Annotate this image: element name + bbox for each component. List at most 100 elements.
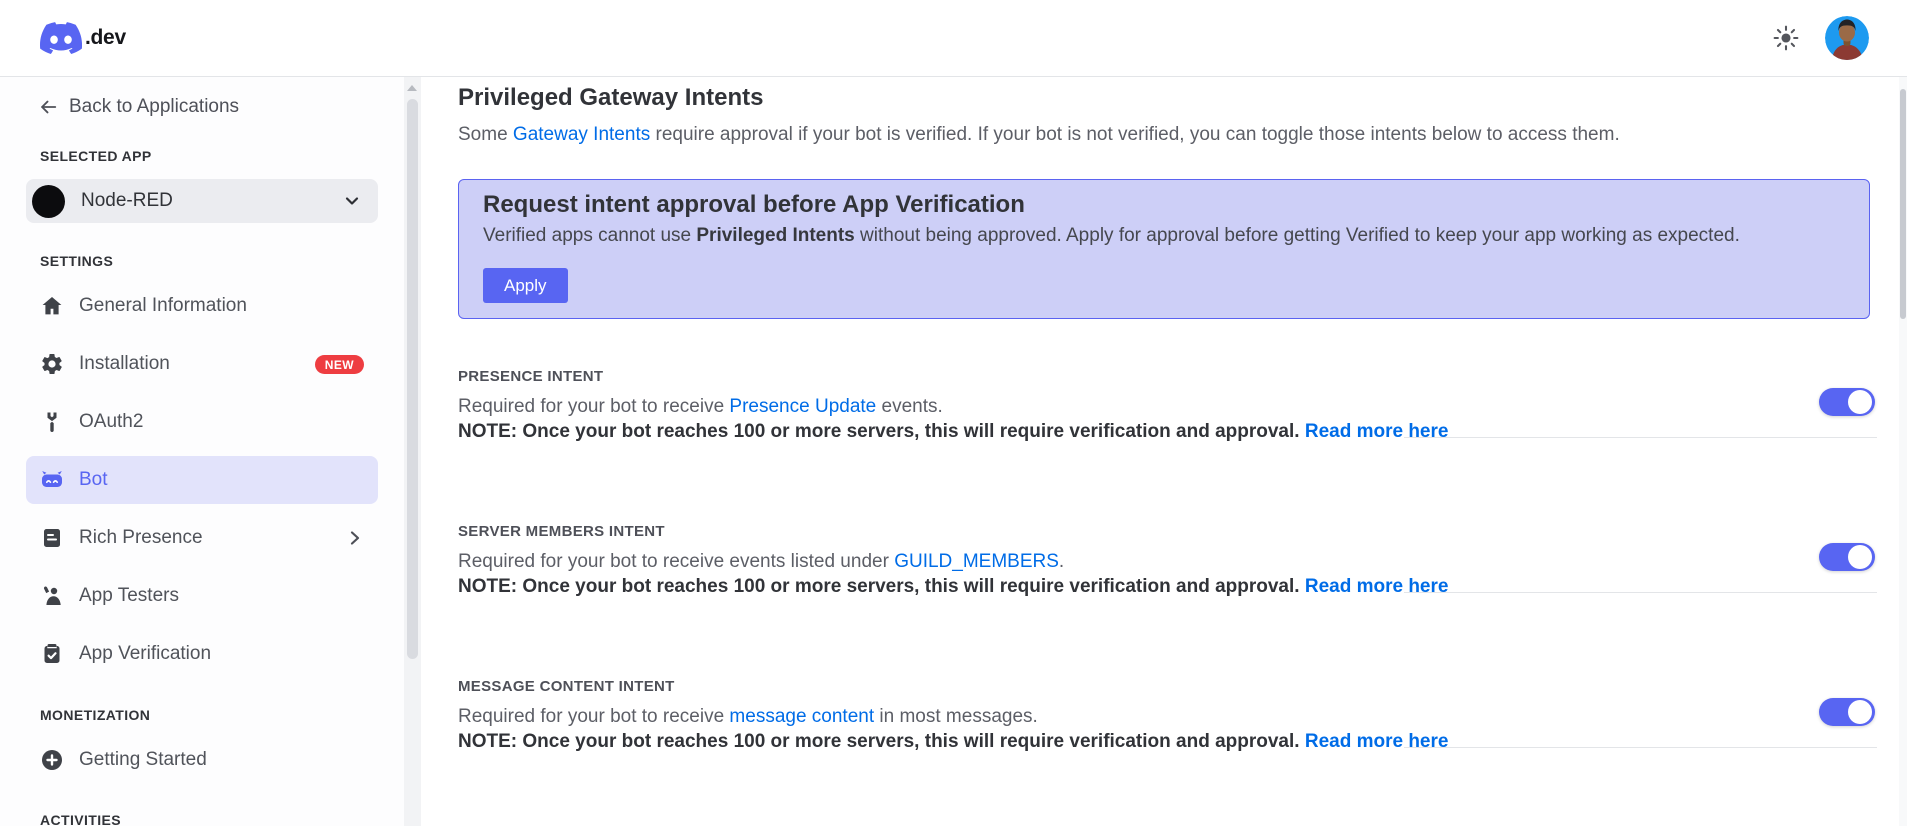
- server-members-intent-description: Required for your bot to receive events …: [458, 549, 1870, 574]
- nav-label: Rich Presence: [79, 527, 203, 548]
- scrollbar-thumb[interactable]: [407, 99, 418, 659]
- sidebar-item-oauth2[interactable]: OAuth2: [26, 398, 378, 446]
- wrench-icon: [47, 412, 57, 432]
- desc-suffix: .: [1058, 551, 1065, 572]
- callout-body-prefix: Verified apps cannot use: [483, 225, 697, 246]
- sidebar-item-general-information[interactable]: General Information: [26, 282, 378, 330]
- app-selector[interactable]: Node-RED: [26, 179, 378, 223]
- gateway-intents-link[interactable]: Gateway Intents: [513, 124, 650, 145]
- discord-logo-icon: [40, 22, 82, 54]
- callout-body-bold: Privileged Intents: [696, 225, 855, 246]
- top-header: .dev: [0, 0, 1907, 77]
- new-badge: NEW: [314, 354, 364, 374]
- person-raised-hand-icon: [43, 586, 61, 605]
- message-content-intent-toggle[interactable]: [1819, 698, 1875, 726]
- discord-dev-logo[interactable]: .dev: [40, 22, 126, 54]
- intro-suffix: require approval if your bot is verified…: [650, 124, 1620, 145]
- page-scrollbar[interactable]: [1899, 77, 1907, 826]
- back-label: Back to Applications: [69, 96, 240, 117]
- page-scrollbar-thumb[interactable]: [1900, 89, 1906, 319]
- read-more-link[interactable]: Read more here: [1305, 421, 1449, 442]
- toggle-knob: [1848, 390, 1872, 414]
- chevron-right-icon: [346, 529, 364, 547]
- sidebar-item-app-testers[interactable]: App Testers: [26, 572, 378, 620]
- message-content-intent-description: Required for your bot to receive message…: [458, 704, 1870, 729]
- avatar-photo: [1825, 16, 1869, 60]
- nav-label: Getting Started: [79, 749, 207, 770]
- selected-app-heading: SELECTED APP: [40, 148, 152, 164]
- back-to-applications-link[interactable]: Back to Applications: [38, 95, 404, 119]
- message-content-intent-label: MESSAGE CONTENT INTENT: [458, 678, 675, 695]
- intro-prefix: Some: [458, 124, 513, 145]
- server-members-intent-label: SERVER MEMBERS INTENT: [458, 523, 665, 540]
- discord-developer-portal: .dev Back to Applications SELECTED APP N…: [0, 0, 1907, 826]
- sidebar-item-installation[interactable]: Installation NEW: [26, 340, 378, 388]
- note-text: NOTE: Once your bot reaches 100 or more …: [458, 421, 1305, 442]
- bot-icon: [42, 471, 62, 487]
- settings-heading: SETTINGS: [40, 253, 114, 269]
- toggle-knob: [1848, 700, 1872, 724]
- callout-body-suffix: without being approved. Apply for approv…: [854, 225, 1740, 246]
- nav-label: Installation: [79, 353, 170, 374]
- intro-text: Some Gateway Intents require approval if…: [458, 122, 1870, 148]
- gear-icon: [42, 353, 62, 374]
- message-content-link[interactable]: message content: [729, 706, 874, 727]
- message-content-intent-section: MESSAGE CONTENT INTENT Required for your…: [458, 671, 1877, 826]
- back-arrow-icon: [41, 100, 57, 114]
- app-avatar: [32, 184, 65, 218]
- message-content-intent-note: NOTE: Once your bot reaches 100 or more …: [458, 729, 1870, 754]
- sidebar-item-app-verification[interactable]: App Verification: [26, 630, 378, 678]
- desc-prefix: Required for your bot to receive: [458, 396, 730, 417]
- presence-intent-label: PRESENCE INTENT: [458, 368, 604, 385]
- note-text: NOTE: Once your bot reaches 100 or more …: [458, 731, 1305, 752]
- presence-update-link[interactable]: Presence Update: [729, 396, 876, 417]
- desc-suffix: events.: [876, 396, 943, 417]
- sidebar-scrollbar[interactable]: [404, 77, 421, 826]
- nav-label: General Information: [79, 295, 247, 316]
- apply-button[interactable]: Apply: [483, 268, 568, 303]
- clipboard-check-icon: [44, 644, 60, 663]
- user-avatar[interactable]: [1825, 16, 1869, 60]
- document-icon: [44, 529, 60, 547]
- desc-prefix: Required for your bot to receive: [458, 706, 730, 727]
- scrollbar-up-arrow[interactable]: [407, 85, 417, 91]
- guild-members-link[interactable]: GUILD_MEMBERS: [894, 551, 1059, 572]
- presence-intent-section: PRESENCE INTENT Required for your bot to…: [458, 361, 1877, 516]
- logo-dev-text: .dev: [85, 26, 126, 49]
- intent-approval-callout: Request intent approval before App Verif…: [458, 179, 1870, 319]
- server-members-intent-section: SERVER MEMBERS INTENT Required for your …: [458, 516, 1877, 671]
- plus-circle-icon: [42, 750, 62, 770]
- read-more-link[interactable]: Read more here: [1305, 576, 1449, 597]
- sidebar-item-rich-presence[interactable]: Rich Presence: [26, 514, 378, 562]
- home-icon: [42, 297, 62, 315]
- section-divider: [1404, 592, 1877, 593]
- page-title: Privileged Gateway Intents: [458, 84, 764, 111]
- desc-prefix: Required for your bot to receive events …: [458, 551, 895, 572]
- section-divider: [1404, 437, 1877, 438]
- nav-label: Bot: [79, 469, 108, 490]
- app-name: Node-RED: [81, 190, 173, 211]
- callout-body: Verified apps cannot use Privileged Inte…: [483, 223, 1845, 249]
- nav-label: App Testers: [79, 585, 179, 606]
- sidebar-item-getting-started[interactable]: Getting Started: [26, 736, 378, 784]
- activities-heading: ACTIVITIES: [40, 812, 122, 826]
- sidebar-item-bot[interactable]: Bot: [26, 456, 378, 504]
- presence-intent-note: NOTE: Once your bot reaches 100 or more …: [458, 419, 1870, 444]
- theme-toggle-button[interactable]: [1773, 25, 1799, 51]
- desc-suffix: in most messages.: [874, 706, 1038, 727]
- presence-intent-toggle[interactable]: [1819, 388, 1875, 416]
- nav-label: OAuth2: [79, 411, 144, 432]
- settings-nav: General Information Installation NEW OAu…: [0, 282, 404, 678]
- monetization-heading: MONETIZATION: [40, 707, 151, 723]
- chevron-down-icon: [342, 191, 362, 211]
- nav-label: App Verification: [79, 643, 212, 664]
- read-more-link[interactable]: Read more here: [1305, 731, 1449, 752]
- note-text: NOTE: Once your bot reaches 100 or more …: [458, 576, 1305, 597]
- section-divider: [1404, 747, 1877, 748]
- callout-title: Request intent approval before App Verif…: [483, 191, 1025, 218]
- sidebar: Back to Applications SELECTED APP Node-R…: [0, 77, 404, 826]
- presence-intent-description: Required for your bot to receive Presenc…: [458, 394, 1870, 419]
- toggle-knob: [1848, 545, 1872, 569]
- server-members-intent-toggle[interactable]: [1819, 543, 1875, 571]
- sun-icon: [1773, 25, 1799, 51]
